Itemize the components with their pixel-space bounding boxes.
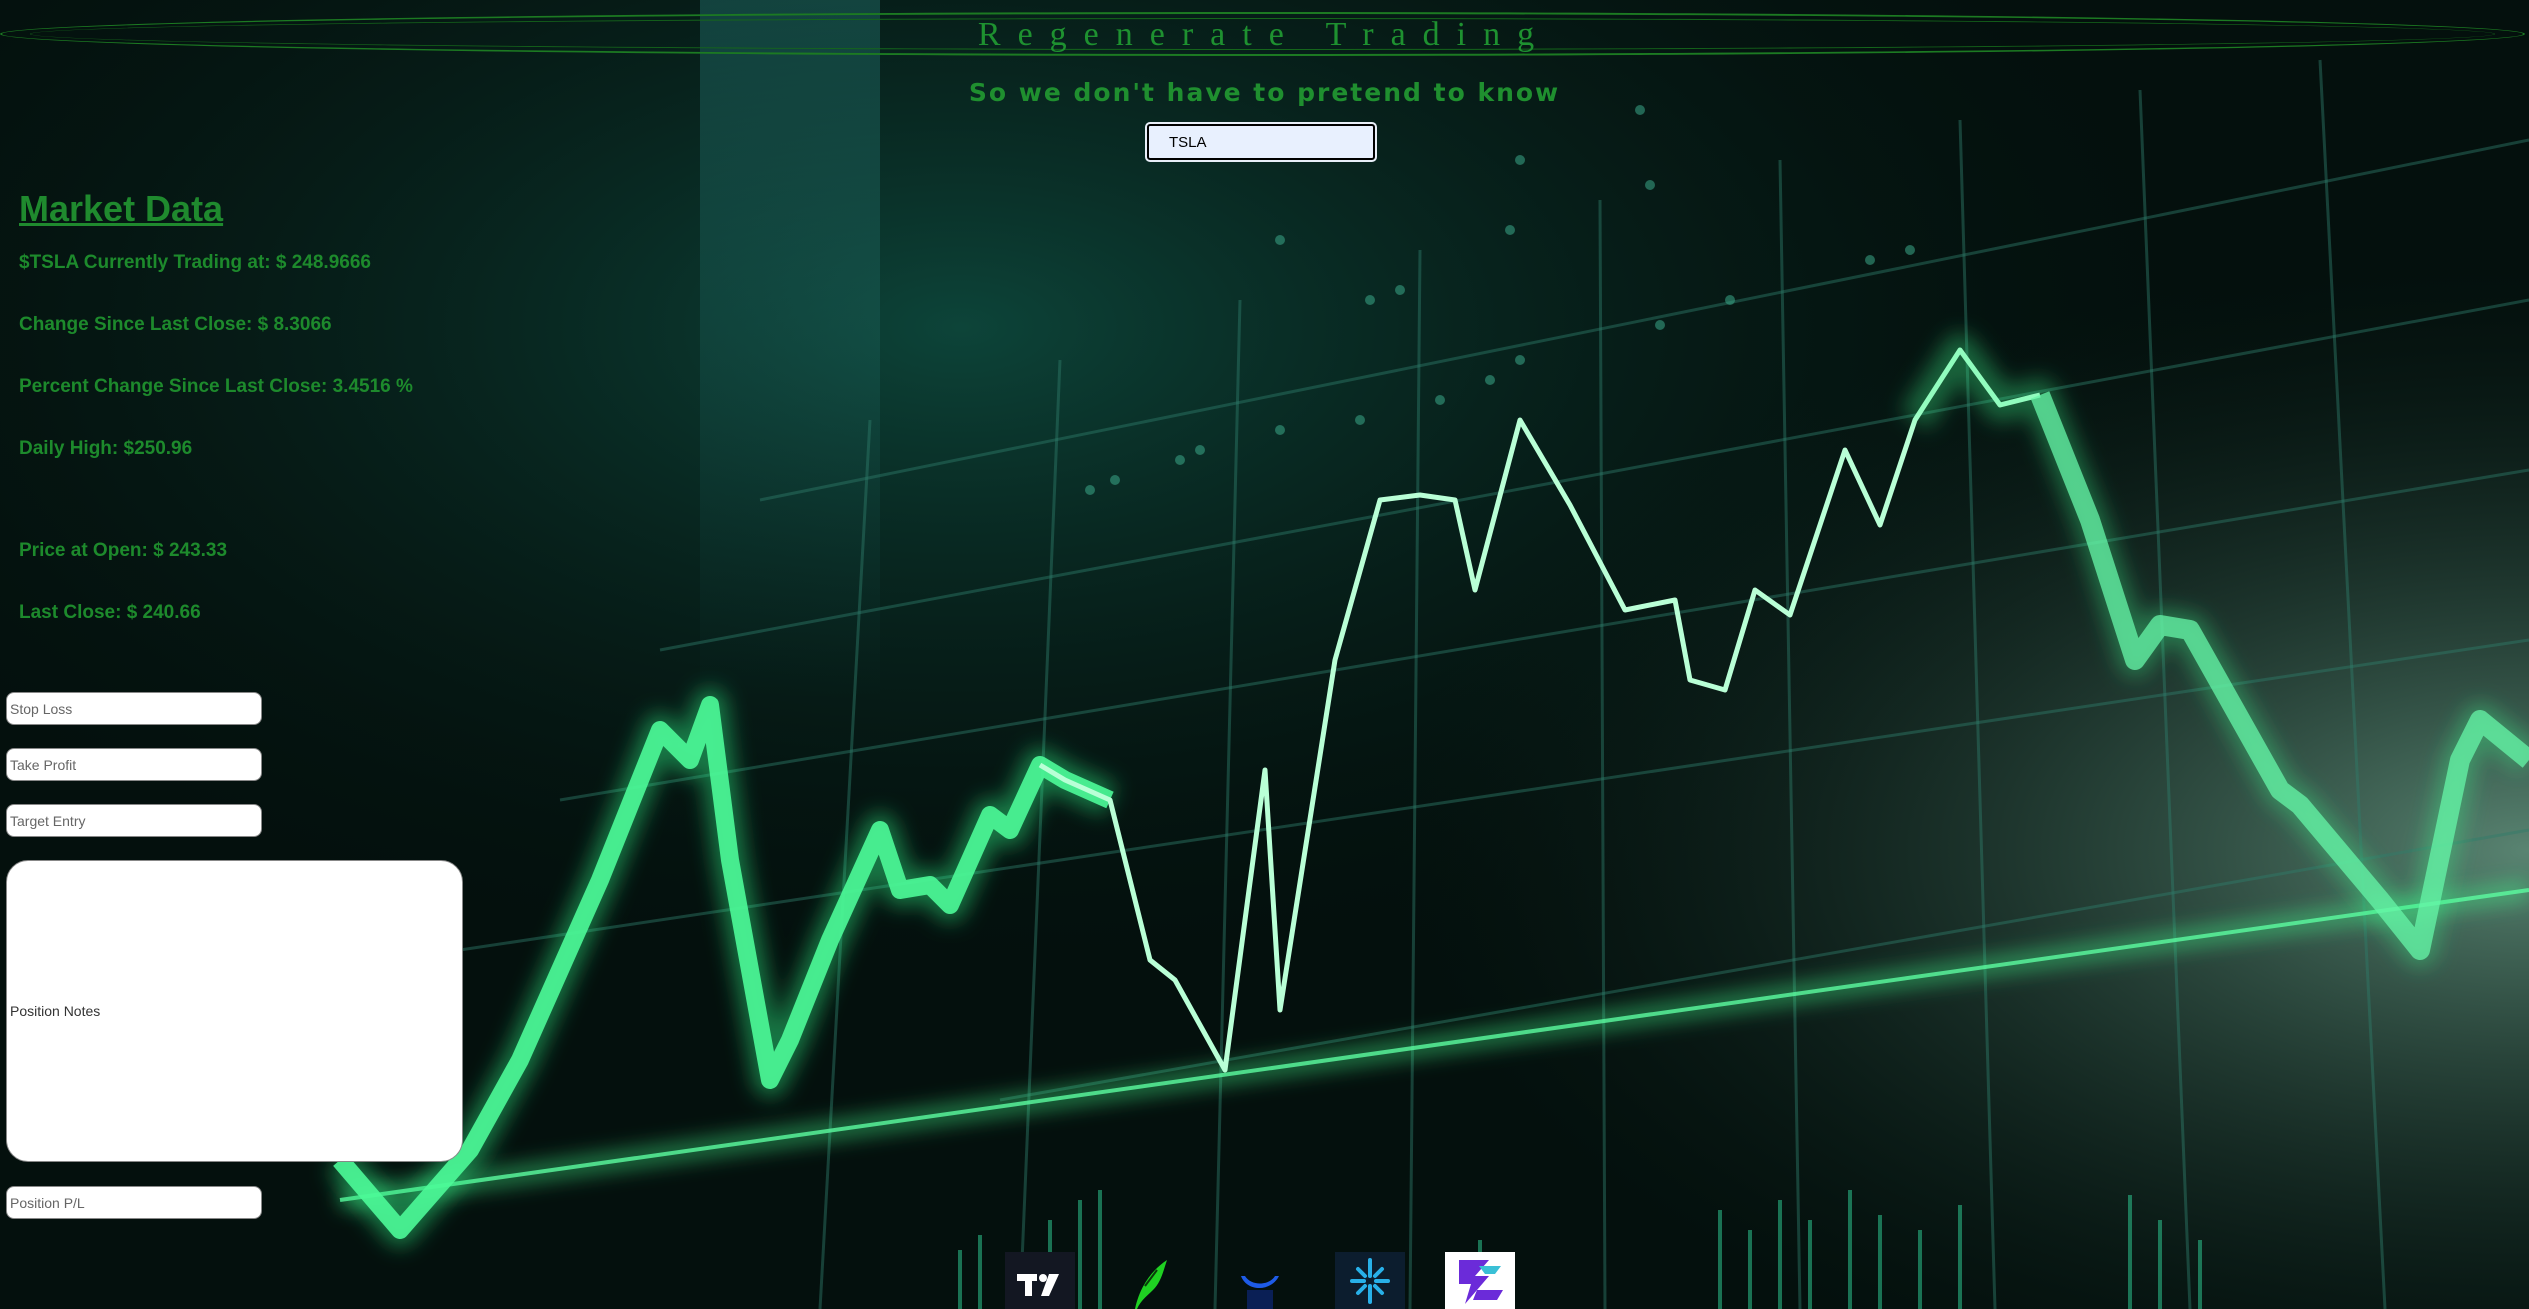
public-link[interactable] xyxy=(1335,1252,1405,1309)
position-pl-input[interactable] xyxy=(6,1186,262,1219)
position-notes-placeholder: Position Notes xyxy=(10,1003,101,1019)
title-bar: Regenerate Trading xyxy=(0,10,2529,58)
market-data-heading: Market Data xyxy=(19,188,224,229)
site-title: Regenerate Trading xyxy=(977,16,1552,53)
percent-change: Percent Change Since Last Close: 3.4516 … xyxy=(19,376,413,397)
robinhood-link[interactable] xyxy=(1115,1252,1185,1309)
webull-link[interactable] xyxy=(1225,1252,1295,1309)
robinhood-icon xyxy=(1135,1260,1167,1309)
take-profit-input[interactable] xyxy=(6,748,262,781)
daily-high: Daily High: $250.96 xyxy=(19,438,193,459)
tradingview-icon xyxy=(1017,1274,1059,1296)
position-notes-input[interactable]: Position Notes xyxy=(6,860,463,1162)
current-price: $TSLA Currently Trading at: $ 248.9666 xyxy=(19,252,371,273)
ticker-search-input[interactable] xyxy=(1145,122,1377,162)
open-price: Price at Open: $ 243.33 xyxy=(19,540,228,561)
tagline: So we don't have to pretend to know xyxy=(968,78,1561,107)
target-entry-input[interactable] xyxy=(6,804,262,837)
change-since-close: Change Since Last Close: $ 8.3066 xyxy=(19,314,332,335)
last-close: Last Close: $ 240.66 xyxy=(19,602,201,623)
etrade-link[interactable] xyxy=(1445,1252,1515,1309)
tradingview-link[interactable] xyxy=(1005,1252,1075,1309)
broker-links xyxy=(1005,1252,1525,1309)
webull-icon xyxy=(1241,1276,1279,1309)
etrade-icon xyxy=(1459,1260,1503,1304)
stop-loss-input[interactable] xyxy=(6,692,262,725)
public-icon xyxy=(1350,1258,1390,1304)
